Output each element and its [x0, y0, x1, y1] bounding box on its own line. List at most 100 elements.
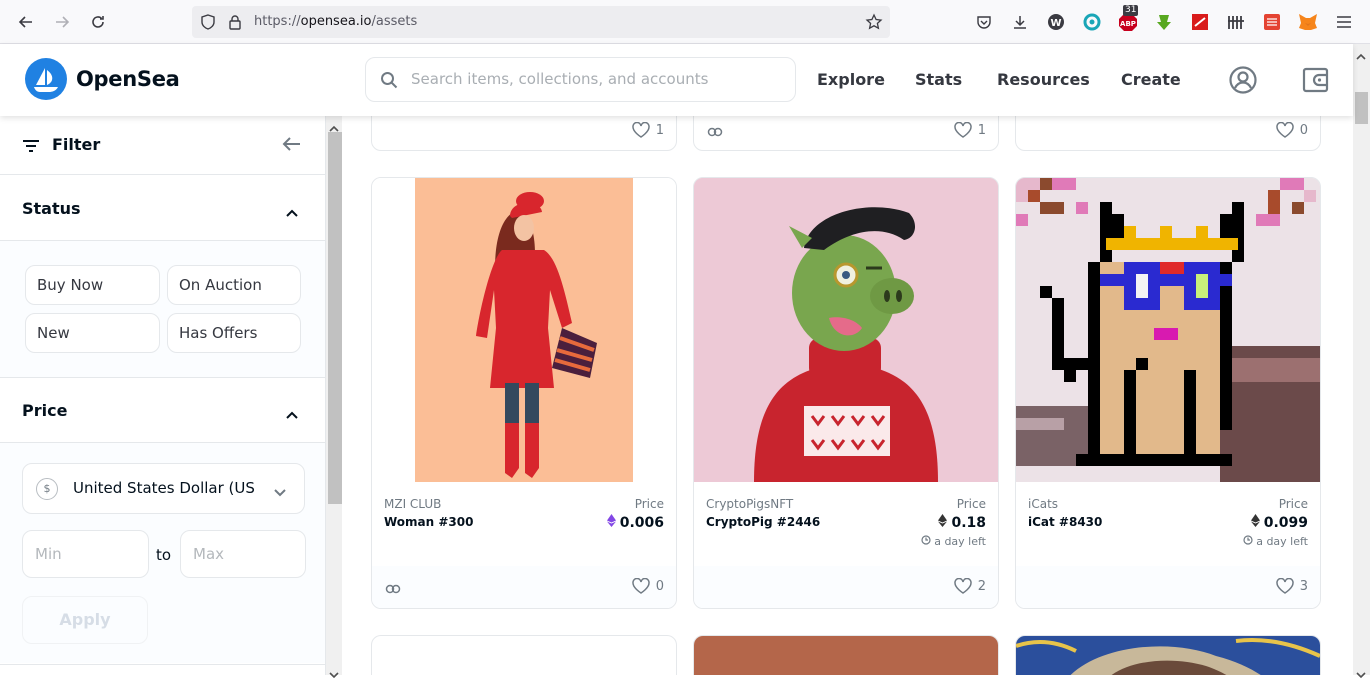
metamask-fox-icon[interactable] — [1298, 12, 1318, 32]
reload-icon[interactable] — [87, 11, 109, 33]
asset-card-top[interactable]: 1 — [693, 116, 999, 151]
page-scroll-thumb[interactable] — [1355, 92, 1368, 124]
price-label: Price — [956, 497, 986, 511]
dollar-icon: $ — [36, 478, 58, 500]
heart-icon — [953, 578, 972, 594]
status-panel: Buy Now On Auction New Has Offers — [0, 241, 325, 377]
card-footer: 0 — [372, 566, 676, 608]
menu-hamburger-icon[interactable] — [1334, 12, 1354, 32]
downloader-extension-icon[interactable] — [1154, 12, 1174, 32]
nft-name: iCat #8430 — [1028, 515, 1103, 529]
min-price-input[interactable] — [22, 530, 149, 578]
pocket-icon[interactable] — [974, 12, 994, 32]
bars-extension-icon[interactable] — [1226, 12, 1246, 32]
collection-name[interactable]: MZI CLUB — [384, 497, 441, 511]
asset-card[interactable]: MZI CLUB Woman #300 Price 0.006 0 — [371, 177, 677, 609]
asset-card-next[interactable] — [693, 635, 999, 675]
status-has-offers-button[interactable]: Has Offers — [167, 313, 301, 353]
scroll-up-icon[interactable] — [1356, 46, 1366, 65]
back-icon[interactable] — [15, 11, 37, 33]
status-on-auction-button[interactable]: On Auction — [167, 265, 301, 305]
nft-image[interactable] — [1016, 636, 1320, 675]
like-count[interactable]: 3 — [1275, 578, 1308, 594]
status-new-button[interactable]: New — [25, 313, 160, 353]
max-price-input[interactable] — [180, 530, 306, 578]
collection-name[interactable]: iCats — [1028, 497, 1058, 511]
chevron-up-icon[interactable] — [285, 405, 299, 424]
wallet-icon[interactable] — [1302, 67, 1330, 97]
status-buy-now-button[interactable]: Buy Now — [25, 265, 160, 305]
status-section-title[interactable]: Status — [22, 199, 81, 218]
card-footer: 2 — [694, 566, 998, 608]
price-value: 0.18 — [938, 514, 986, 531]
nav-explore[interactable]: Explore — [817, 70, 885, 89]
search-box[interactable] — [365, 57, 796, 102]
pdf-extension-icon[interactable] — [1190, 12, 1210, 32]
asset-card-top[interactable]: 0 — [1015, 116, 1321, 151]
adblock-plus-icon[interactable]: ABP 31 — [1118, 5, 1139, 32]
like-count[interactable]: 1 — [631, 122, 664, 138]
auction-time-left: a day left — [1243, 535, 1308, 548]
nft-image[interactable] — [1016, 178, 1320, 482]
asset-card-next[interactable] — [1015, 635, 1321, 675]
price-section-title[interactable]: Price — [22, 401, 67, 420]
bookmark-star-icon[interactable] — [865, 13, 883, 35]
heart-icon — [631, 122, 650, 138]
download-icon[interactable] — [1010, 12, 1030, 32]
logo-text[interactable]: OpenSea — [76, 67, 180, 91]
todoist-extension-icon[interactable] — [1262, 12, 1282, 32]
svg-text:ABP: ABP — [1120, 20, 1136, 28]
scroll-down-icon[interactable] — [1356, 664, 1366, 683]
clock-icon — [1243, 535, 1253, 545]
collection-name[interactable]: CryptoPigsNFT — [706, 497, 793, 511]
wordtune-extension-icon[interactable]: W — [1046, 12, 1066, 32]
scroll-down-icon[interactable] — [329, 664, 339, 683]
like-count[interactable]: 0 — [1275, 122, 1308, 138]
page-scrollbar[interactable] — [1353, 44, 1370, 679]
like-count[interactable]: 2 — [953, 578, 986, 594]
lock-icon[interactable] — [228, 14, 242, 34]
card-footer: 3 — [1016, 566, 1320, 608]
nav-resources[interactable]: Resources — [997, 70, 1090, 89]
sidebar-scroll-thumb[interactable] — [328, 132, 342, 504]
asset-card[interactable]: iCats iCat #8430 Price 0.099 a day left … — [1015, 177, 1321, 609]
nft-name: Woman #300 — [384, 515, 474, 529]
asset-card[interactable]: CryptoPigsNFT CryptoPig #2446 Price 0.18… — [693, 177, 999, 609]
forward-icon[interactable] — [51, 11, 73, 33]
extension-badge: 31 — [1123, 5, 1139, 16]
site-header: OpenSea Explore Stats Resources Create — [0, 44, 1353, 116]
filter-icon — [22, 138, 40, 157]
nft-image[interactable] — [694, 178, 998, 482]
nft-name: CryptoPig #2446 — [706, 515, 821, 529]
search-icon — [380, 71, 398, 93]
shield-icon[interactable] — [200, 14, 216, 34]
browser-toolbar: https://opensea.io/assets W ABP 31 — [0, 0, 1370, 44]
nav-create[interactable]: Create — [1121, 70, 1181, 89]
eth-icon — [938, 514, 948, 527]
sync-extension-icon[interactable] — [1082, 12, 1102, 32]
account-icon[interactable] — [1229, 66, 1257, 98]
eth-icon — [1250, 514, 1260, 527]
nav-stats[interactable]: Stats — [915, 70, 962, 89]
heart-icon — [1275, 578, 1294, 594]
search-input[interactable] — [411, 70, 781, 88]
nft-image[interactable] — [372, 178, 676, 482]
heart-icon — [631, 578, 650, 594]
nft-image[interactable] — [694, 636, 998, 675]
sidebar-scrollbar[interactable] — [326, 116, 342, 679]
chevron-down-icon — [273, 483, 287, 502]
asset-card-next[interactable] — [371, 635, 677, 675]
link-icon — [707, 123, 723, 142]
like-count[interactable]: 1 — [953, 122, 986, 138]
chevron-up-icon[interactable] — [285, 203, 299, 222]
apply-button[interactable]: Apply — [22, 596, 148, 644]
heart-icon — [1275, 122, 1294, 138]
like-count[interactable]: 0 — [631, 578, 664, 594]
currency-select[interactable]: $ United States Dollar (USD) — [22, 463, 305, 514]
asset-card-top[interactable]: 1 — [371, 116, 677, 151]
opensea-logo[interactable] — [25, 58, 67, 100]
auction-time-left: a day left — [921, 535, 986, 548]
collapse-arrow-icon[interactable] — [282, 136, 302, 156]
clock-icon — [921, 535, 931, 545]
url-bar[interactable]: https://opensea.io/assets — [192, 6, 890, 38]
